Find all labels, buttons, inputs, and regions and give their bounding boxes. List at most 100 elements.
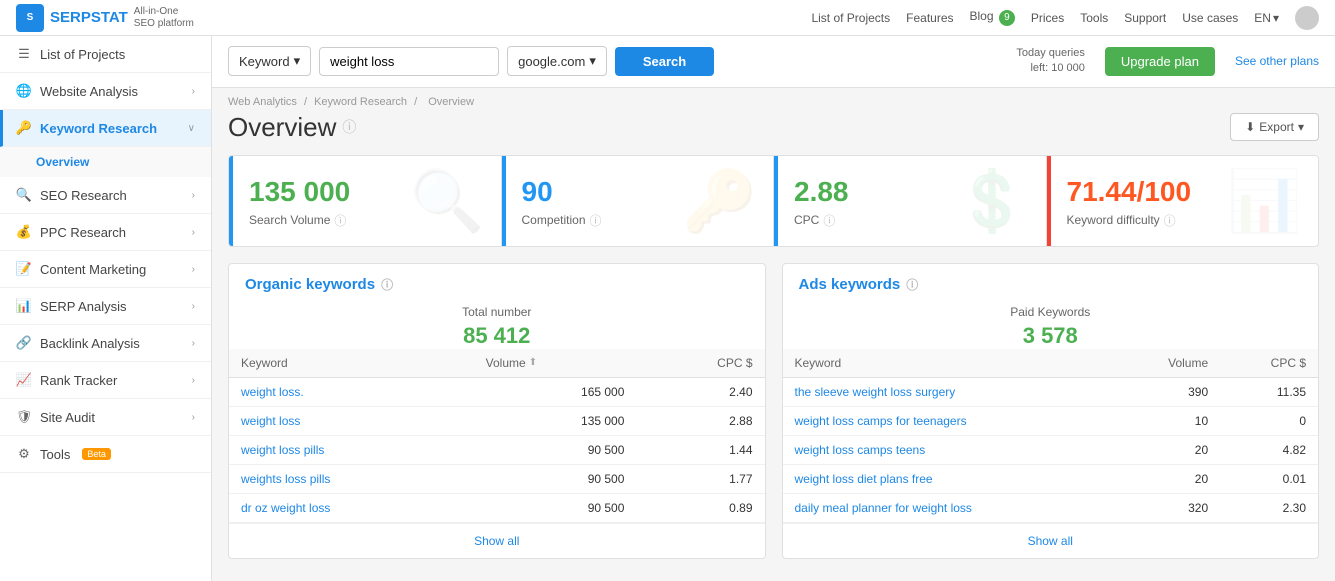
page-title: Overview ⓘ <box>228 112 356 143</box>
chevron-right-icon-2: › <box>192 190 195 201</box>
ads-col-cpc: CPC $ <box>1220 349 1318 378</box>
ads-info-icon[interactable]: ⓘ <box>906 276 918 293</box>
search-volume-info-icon[interactable]: ⓘ <box>334 212 346 229</box>
organic-show-all[interactable]: Show all <box>229 523 765 558</box>
difficulty-info-icon[interactable]: ⓘ <box>1164 212 1176 229</box>
breadcrumb: Web Analytics / Keyword Research / Overv… <box>228 88 1319 112</box>
sidebar-item-rank-tracker[interactable]: 📈 Rank Tracker › <box>0 362 211 399</box>
organic-keywords-title: Organic keywords ⓘ <box>245 276 749 293</box>
organic-total-value: 85 412 <box>229 323 765 349</box>
metric-bg-icon-1: 🔍 <box>410 165 485 236</box>
search-button[interactable]: Search <box>615 47 714 76</box>
chevron-right-icon-4: › <box>192 264 195 275</box>
sidebar-label-website-analysis: Website Analysis <box>40 84 138 99</box>
table-row: dr oz weight loss 90 500 0.89 <box>229 493 765 522</box>
table-row: weight loss. 165 000 2.40 <box>229 377 765 406</box>
main-layout: ☰ List of Projects 🌐 Website Analysis › … <box>0 36 1335 581</box>
logo-tagline: All-in-One SEO platform <box>134 6 194 30</box>
sidebar-item-serp-analysis[interactable]: 📊 SERP Analysis › <box>0 288 211 325</box>
sidebar-item-seo-research[interactable]: 🔍 SEO Research › <box>0 177 211 214</box>
search-engine-dropdown[interactable]: google.com ▾ <box>507 46 607 76</box>
upgrade-plan-button[interactable]: Upgrade plan <box>1105 47 1215 76</box>
engine-arrow-icon: ▾ <box>589 53 596 69</box>
rank-icon: 📈 <box>16 372 32 388</box>
sidebar-item-website-analysis[interactable]: 🌐 Website Analysis › <box>0 73 211 110</box>
page-title-row: Overview ⓘ ⬇ Export ▾ <box>228 112 1319 143</box>
organic-info-icon[interactable]: ⓘ <box>381 276 393 293</box>
breadcrumb-part-2[interactable]: Keyword Research <box>314 96 407 108</box>
chevron-right-icon-8: › <box>192 412 195 423</box>
export-button[interactable]: ⬇ Export ▾ <box>1230 113 1319 141</box>
accent-bar-2 <box>502 156 506 246</box>
keyword-icon: 🔑 <box>16 120 32 136</box>
nav-link-blog[interactable]: Blog 9 <box>970 9 1015 26</box>
sidebar-label-content-marketing: Content Marketing <box>40 262 146 277</box>
nav-link-projects[interactable]: List of Projects <box>811 11 890 25</box>
nav-link-support[interactable]: Support <box>1124 11 1166 25</box>
sidebar-item-site-audit[interactable]: 🛡 Site Audit › <box>0 399 211 436</box>
tables-row: Organic keywords ⓘ Total number 85 412 K… <box>228 263 1319 559</box>
language-selector[interactable]: EN ▾ <box>1254 11 1279 25</box>
search-input[interactable] <box>319 47 499 76</box>
accent-bar-1 <box>229 156 233 246</box>
metric-bg-icon-2: 🔑 <box>682 165 757 236</box>
metrics-row: 135 000 Search Volume ⓘ 🔍 90 Competition… <box>228 155 1319 247</box>
table-row: weight loss camps for teenagers 10 0 <box>783 406 1319 435</box>
sidebar-item-keyword-research[interactable]: 🔑 Keyword Research ∨ <box>0 110 211 147</box>
audit-icon: 🛡 <box>16 409 32 425</box>
sidebar-item-list-of-projects[interactable]: ☰ List of Projects <box>0 36 211 73</box>
organic-col-volume: Volume ⬆ <box>474 349 637 378</box>
see-plans-link[interactable]: See other plans <box>1235 54 1319 68</box>
sidebar-item-content-marketing[interactable]: 📝 Content Marketing › <box>0 251 211 288</box>
chevron-down-icon: ∨ <box>188 123 195 134</box>
sidebar-sub-overview[interactable]: Overview <box>0 147 211 177</box>
top-navigation: S SERPSTAT All-in-One SEO platform List … <box>0 0 1335 36</box>
metric-bg-icon-3: 💲 <box>955 165 1030 236</box>
table-row: weight loss pills 90 500 1.44 <box>229 435 765 464</box>
nav-link-tools[interactable]: Tools <box>1080 11 1108 25</box>
sidebar-label-ppc-research: PPC Research <box>40 225 126 240</box>
chevron-right-icon-6: › <box>192 338 195 349</box>
metric-bg-icon-4: 📊 <box>1227 165 1302 236</box>
logo-text: SERPSTAT <box>50 9 128 26</box>
table-row: weight loss camps teens 20 4.82 <box>783 435 1319 464</box>
ads-keywords-title: Ads keywords ⓘ <box>799 276 1303 293</box>
top-nav-links: List of Projects Features Blog 9 Prices … <box>811 6 1319 30</box>
organic-col-keyword: Keyword <box>229 349 474 378</box>
sidebar-item-backlink-analysis[interactable]: 🔗 Backlink Analysis › <box>0 325 211 362</box>
backlink-icon: 🔗 <box>16 335 32 351</box>
ads-col-volume: Volume <box>1115 349 1221 378</box>
queries-info: Today queries left: 10 000 <box>1016 46 1085 77</box>
sidebar-item-tools[interactable]: ⚙ Tools Beta <box>0 436 211 473</box>
chevron-right-icon-3: › <box>192 227 195 238</box>
sidebar-item-ppc-research[interactable]: 💰 PPC Research › <box>0 214 211 251</box>
competition-info-icon[interactable]: ⓘ <box>590 212 602 229</box>
ads-keywords-table: Keyword Volume CPC $ the sleeve weight l… <box>783 349 1319 523</box>
nav-link-use-cases[interactable]: Use cases <box>1182 11 1238 25</box>
serpstat-logo: S SERPSTAT <box>16 4 128 32</box>
ads-show-all[interactable]: Show all <box>783 523 1319 558</box>
content-area: Keyword ▾ google.com ▾ Search Today quer… <box>212 36 1335 581</box>
breadcrumb-part-3: Overview <box>428 96 474 108</box>
title-info-icon[interactable]: ⓘ <box>342 117 356 137</box>
user-avatar[interactable] <box>1295 6 1319 30</box>
organic-keywords-section: Organic keywords ⓘ Total number 85 412 K… <box>228 263 766 559</box>
nav-link-prices[interactable]: Prices <box>1031 11 1064 25</box>
volume-sort-icon[interactable]: ⬆ <box>529 357 537 368</box>
sidebar-label-site-audit: Site Audit <box>40 410 95 425</box>
breadcrumb-part-1[interactable]: Web Analytics <box>228 96 297 108</box>
website-icon: 🌐 <box>16 83 32 99</box>
nav-link-features[interactable]: Features <box>906 11 953 25</box>
sidebar-label-rank-tracker: Rank Tracker <box>40 373 117 388</box>
search-type-dropdown[interactable]: Keyword ▾ <box>228 46 311 76</box>
cpc-info-icon[interactable]: ⓘ <box>823 212 835 229</box>
table-row: weight loss diet plans free 20 0.01 <box>783 464 1319 493</box>
sidebar-label-seo-research: SEO Research <box>40 188 127 203</box>
search-type-label: Keyword <box>239 54 290 69</box>
ads-total-label: Paid Keywords <box>783 301 1319 323</box>
seo-icon: 🔍 <box>16 187 32 203</box>
ads-col-keyword: Keyword <box>783 349 1115 378</box>
metric-card-cpc: 2.88 CPC ⓘ 💲 <box>774 156 1047 246</box>
chevron-right-icon: › <box>192 86 195 97</box>
sidebar-label-serp-analysis: SERP Analysis <box>40 299 126 314</box>
